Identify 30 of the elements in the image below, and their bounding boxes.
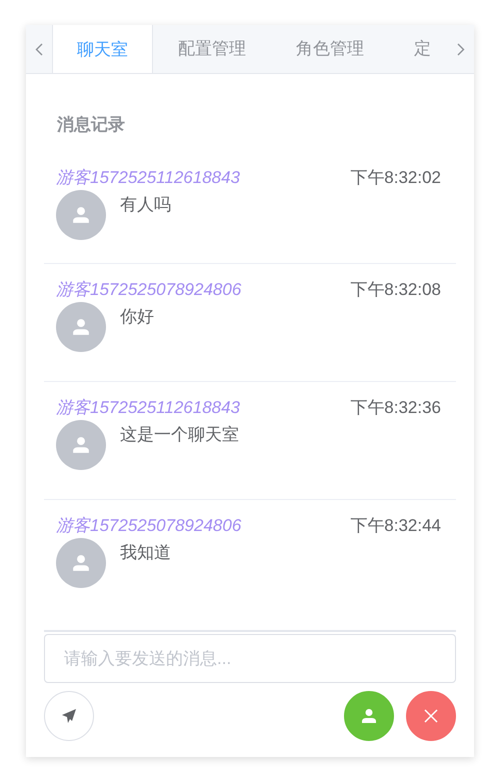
chevron-right-icon [457,42,465,56]
message-text: 我知道 [120,542,171,564]
user-icon [72,206,90,224]
section-title: 消息记录 [57,114,126,136]
message-time: 下午8:32:02 [350,166,441,188]
user-name: 游客1572525078924806 [56,514,242,536]
paper-plane-icon [61,708,77,724]
chevron-left-icon [35,42,43,56]
tab[interactable]: 配置管理 [153,25,271,73]
close-button[interactable] [406,691,456,741]
tab[interactable]: 定 [389,25,448,73]
message-time: 下午8:32:44 [350,514,441,536]
send-button[interactable] [44,691,94,741]
message-time: 下午8:32:36 [350,396,441,418]
message-text: 你好 [120,306,154,328]
user-icon [72,318,90,336]
user-icon [72,554,90,572]
user-name: 游客1572525112618843 [56,166,240,188]
user-button[interactable] [344,691,394,741]
tab[interactable]: 角色管理 [271,25,389,73]
message-text: 这是一个聊天室 [120,424,239,446]
tab[interactable]: 聊天室 [52,25,153,73]
user-name: 游客1572525078924806 [56,278,242,300]
message-text: 有人吗 [120,194,171,216]
user-icon [72,436,90,454]
user-name: 游客1572525112618843 [56,396,240,418]
close-icon [424,709,438,723]
message-input[interactable]: 请输入要发送的消息... [44,634,456,683]
user-icon [361,708,377,724]
message-time: 下午8:32:08 [350,278,441,300]
